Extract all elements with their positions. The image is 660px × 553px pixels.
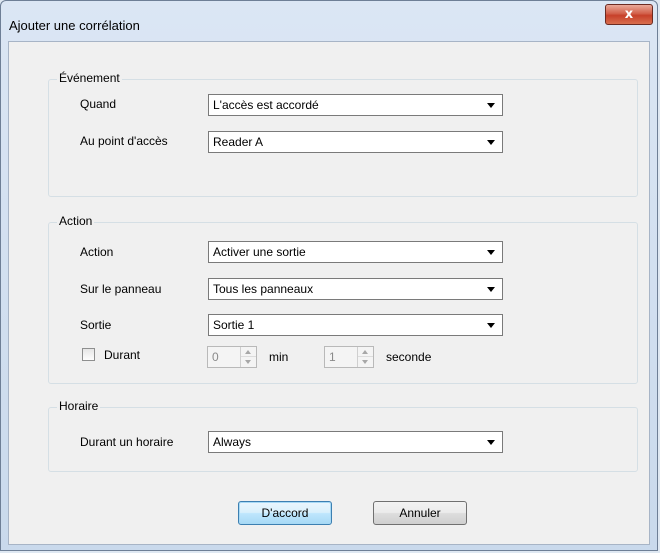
- dialog-window: Ajouter une corrélation x Événement Quan…: [0, 0, 658, 551]
- action-value: Activer une sortie: [213, 245, 306, 259]
- output-value: Sortie 1: [213, 318, 255, 332]
- access-point-value: Reader A: [213, 135, 264, 149]
- panel-label: Sur le panneau: [80, 282, 162, 296]
- minutes-unit: min: [269, 350, 289, 364]
- schedule-dropdown[interactable]: Always: [208, 431, 503, 453]
- schedule-value: Always: [213, 435, 252, 449]
- spin-up-icon[interactable]: [241, 347, 256, 357]
- panel-dropdown[interactable]: Tous les panneaux: [208, 278, 503, 300]
- when-label: Quand: [80, 97, 117, 111]
- panel-value: Tous les panneaux: [213, 282, 314, 296]
- spin-down-icon[interactable]: [241, 357, 256, 367]
- minutes-spin-buttons: [240, 347, 256, 367]
- seconds-unit: seconde: [386, 350, 432, 364]
- dialog-client-area: Événement Quand L'accès est accordé Au p…: [8, 41, 650, 545]
- spin-up-icon[interactable]: [358, 347, 373, 357]
- output-dropdown[interactable]: Sortie 1: [208, 314, 503, 336]
- action-label: Action: [80, 245, 114, 259]
- when-dropdown[interactable]: L'accès est accordé: [208, 94, 503, 116]
- dialog-title: Ajouter une corrélation: [9, 18, 140, 33]
- cancel-button[interactable]: Annuler: [373, 501, 467, 525]
- output-label: Sortie: [80, 318, 112, 332]
- duration-label: Durant: [104, 348, 141, 362]
- duration-checkbox[interactable]: [82, 348, 95, 361]
- event-group-legend: Événement: [57, 71, 122, 85]
- chevron-down-icon: [487, 440, 495, 445]
- chevron-down-icon: [487, 287, 495, 292]
- seconds-spin-buttons: [357, 347, 373, 367]
- seconds-value: 1: [329, 350, 336, 364]
- spin-down-icon[interactable]: [358, 357, 373, 367]
- chevron-down-icon: [487, 323, 495, 328]
- access-point-label: Au point d'accès: [80, 134, 168, 148]
- minutes-stepper[interactable]: 0: [207, 346, 257, 368]
- seconds-stepper[interactable]: 1: [324, 346, 374, 368]
- close-icon: x: [624, 7, 634, 22]
- action-group-legend: Action: [57, 214, 95, 228]
- title-bar[interactable]: Ajouter une corrélation x: [1, 1, 657, 41]
- action-dropdown[interactable]: Activer une sortie: [208, 241, 503, 263]
- access-point-dropdown[interactable]: Reader A: [208, 131, 503, 153]
- schedule-group-legend: Horaire: [57, 399, 101, 413]
- ok-button[interactable]: D'accord: [238, 501, 332, 525]
- chevron-down-icon: [487, 250, 495, 255]
- schedule-label: Durant un horaire: [80, 435, 174, 449]
- chevron-down-icon: [487, 103, 495, 108]
- chevron-down-icon: [487, 140, 495, 145]
- close-button[interactable]: x: [605, 4, 653, 25]
- minutes-value: 0: [212, 350, 219, 364]
- when-value: L'accès est accordé: [213, 98, 319, 112]
